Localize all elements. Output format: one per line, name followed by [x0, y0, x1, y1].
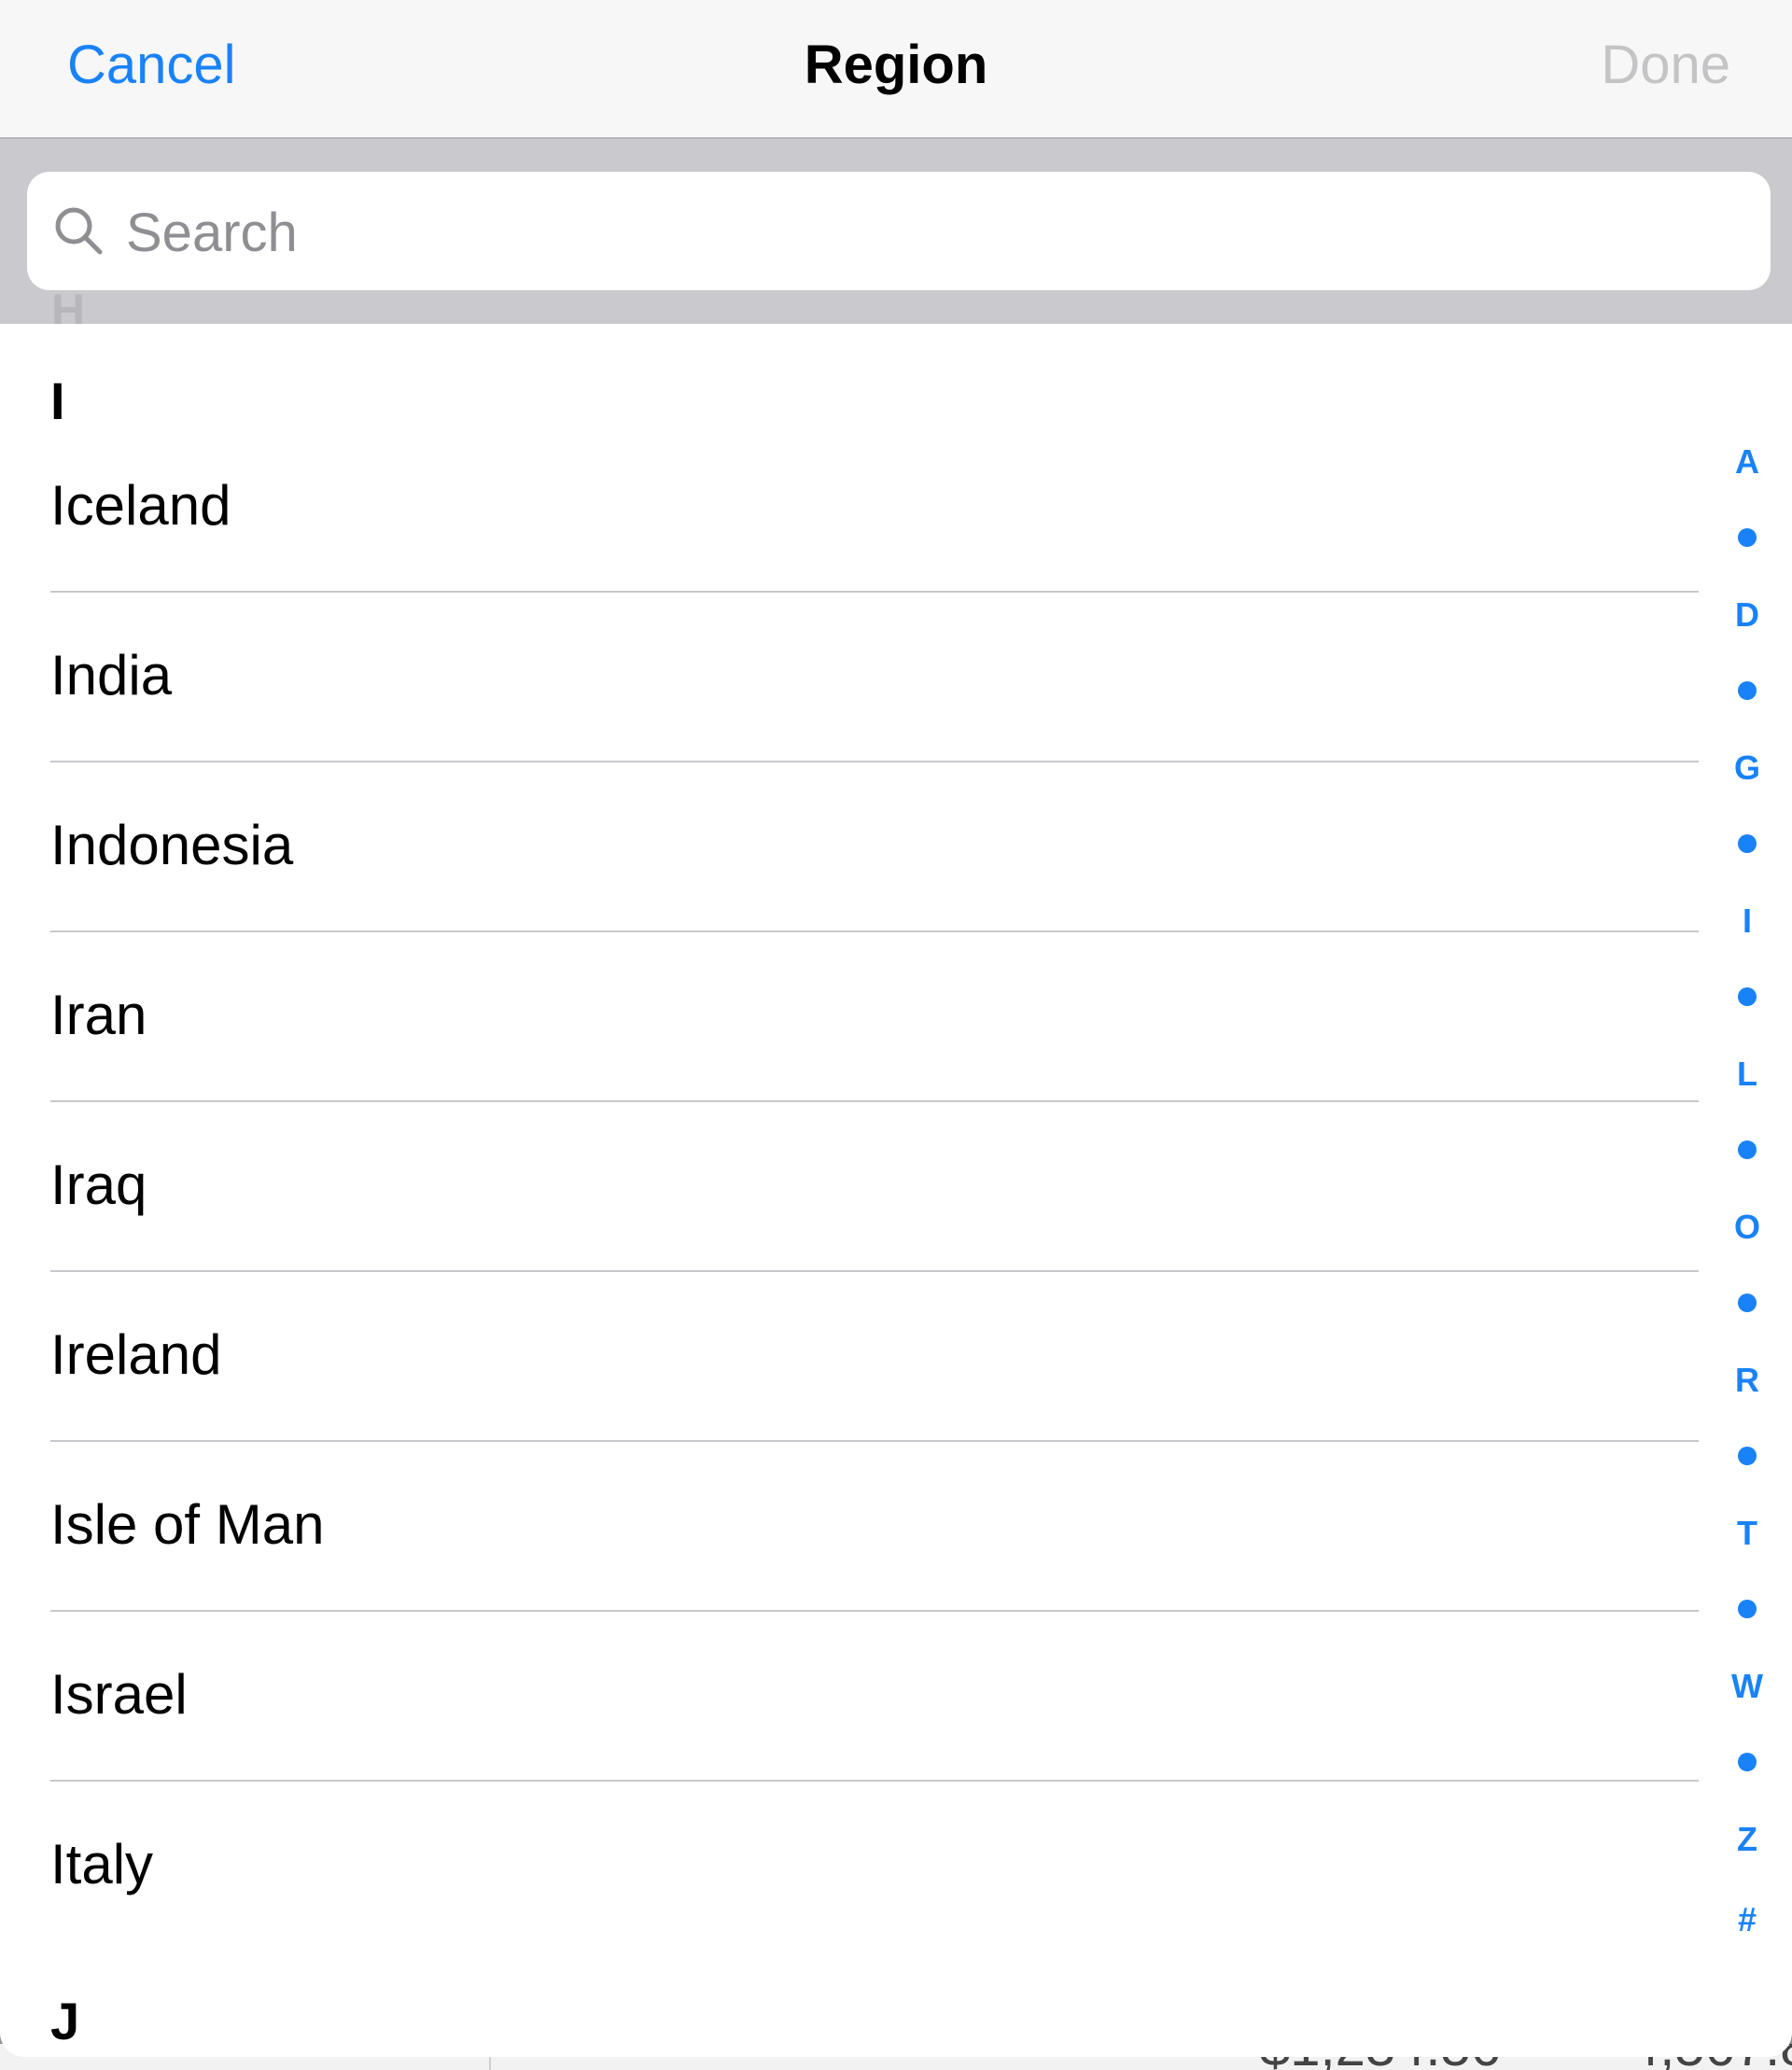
- list-item-label: Iran: [50, 984, 147, 1046]
- index-dot[interactable]: [1738, 681, 1757, 700]
- list-item[interactable]: Indonesia: [0, 762, 1699, 932]
- done-button[interactable]: Done: [1601, 34, 1730, 96]
- page-title: Region: [804, 35, 988, 95]
- index-dot[interactable]: [1738, 528, 1757, 547]
- list-item-label: Indonesia: [50, 814, 294, 876]
- list-item[interactable]: Iceland: [0, 423, 1699, 593]
- search-input[interactable]: [124, 190, 1715, 274]
- list-item[interactable]: Isle of Man: [0, 1442, 1699, 1612]
- index-letter-t[interactable]: T: [1714, 1514, 1781, 1553]
- index-dot[interactable]: [1738, 1294, 1757, 1312]
- index-letter-a[interactable]: A: [1714, 442, 1781, 482]
- search-bar: H: [0, 139, 1792, 324]
- list-item-label: Israel: [50, 1663, 188, 1726]
- search-field[interactable]: [27, 172, 1771, 290]
- index-dot[interactable]: [1738, 1600, 1757, 1618]
- index-letter-r[interactable]: R: [1714, 1361, 1781, 1400]
- index-letter-hash[interactable]: #: [1714, 1900, 1781, 1939]
- list-item[interactable]: India: [0, 593, 1699, 762]
- index-letter-o[interactable]: O: [1714, 1208, 1781, 1247]
- index-letter-g[interactable]: G: [1714, 748, 1781, 788]
- index-dot[interactable]: [1738, 1753, 1757, 1771]
- navigation-bar: Cancel Region Done: [0, 0, 1792, 139]
- list-item[interactable]: Ireland: [0, 1272, 1699, 1442]
- section-header-j: J: [50, 1992, 80, 2050]
- index-dot[interactable]: [1738, 1140, 1757, 1159]
- index-dot[interactable]: [1738, 987, 1757, 1006]
- section-index[interactable]: A D G I L O R T W Z #: [1714, 431, 1781, 1943]
- list-item[interactable]: Israel: [0, 1612, 1699, 1782]
- list-item[interactable]: Iraq: [0, 1102, 1699, 1272]
- index-letter-z[interactable]: Z: [1714, 1820, 1781, 1859]
- index-letter-d[interactable]: D: [1714, 595, 1781, 635]
- index-dot[interactable]: [1738, 834, 1757, 853]
- index-letter-w[interactable]: W: [1714, 1667, 1781, 1706]
- index-letter-i[interactable]: I: [1714, 902, 1781, 941]
- list-item-label: Iraq: [50, 1154, 147, 1216]
- search-icon: [55, 207, 103, 255]
- list-item-label: Italy: [50, 1833, 154, 1895]
- list-item-label: India: [50, 644, 173, 706]
- list-item-label: Iceland: [50, 474, 231, 537]
- list-item[interactable]: Iran: [0, 932, 1699, 1102]
- index-dot[interactable]: [1738, 1447, 1757, 1465]
- index-letter-l[interactable]: L: [1714, 1055, 1781, 1094]
- list-item-label: Isle of Man: [50, 1493, 325, 1556]
- region-picker-sheet: Cancel Region Done H I Iceland India Ind…: [0, 0, 1792, 2057]
- list-item-label: Ireland: [50, 1323, 222, 1386]
- list-item[interactable]: Italy: [0, 1782, 1699, 1951]
